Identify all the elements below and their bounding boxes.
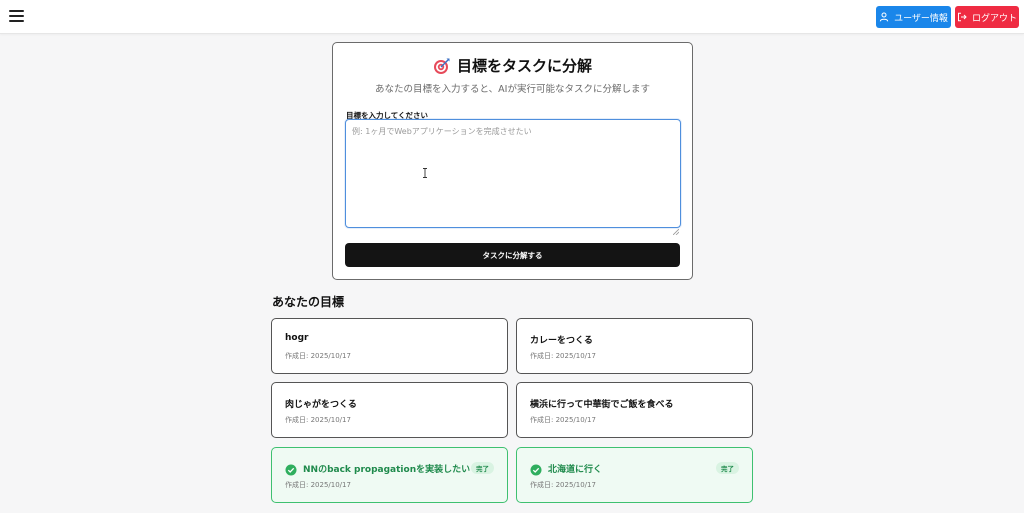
hamburger-menu-icon[interactable] xyxy=(9,10,24,23)
completed-badge: 完了 xyxy=(716,462,739,474)
logout-button-label: ログアウト xyxy=(971,13,1017,24)
textarea-resize-handle[interactable] xyxy=(672,220,680,236)
goal-title: NNのback propagationを実装したい xyxy=(303,465,471,475)
top-bar: ユーザー情報 ログアウト xyxy=(0,0,1024,34)
goal-card-completed[interactable]: 北海道に行く 完了 作成日: 2025/10/17 xyxy=(516,447,753,503)
completed-badge: 完了 xyxy=(471,462,494,474)
goal-created-date: 作成日: 2025/10/17 xyxy=(530,352,596,360)
goal-created-date: 作成日: 2025/10/17 xyxy=(285,352,351,360)
goal-card[interactable]: 横浜に行って中華街でご飯を食べる 作成日: 2025/10/17 xyxy=(516,382,753,438)
goal-created-date: 作成日: 2025/10/17 xyxy=(530,481,596,489)
goal-created-date: 作成日: 2025/10/17 xyxy=(285,416,351,424)
check-circle-icon xyxy=(530,461,542,476)
goal-card[interactable]: 肉じゃがをつくる 作成日: 2025/10/17 xyxy=(271,382,508,438)
goals-section-heading: あなたの目標 xyxy=(272,295,345,309)
goal-title: 横浜に行って中華街でご飯を食べる xyxy=(530,400,674,410)
form-title-text: 目標をタスクに分解 xyxy=(456,57,592,75)
form-title: 目標をタスクに分解 xyxy=(333,55,692,76)
goal-card[interactable]: hogr 作成日: 2025/10/17 xyxy=(271,318,508,374)
goal-input-card: 目標をタスクに分解 あなたの目標を入力すると、AIが実行可能なタスクに分解します… xyxy=(332,42,693,280)
logout-icon xyxy=(957,12,967,22)
check-circle-icon xyxy=(285,461,297,476)
decompose-submit-button[interactable]: タスクに分解する xyxy=(345,243,680,267)
form-subtitle: あなたの目標を入力すると、AIが実行可能なタスクに分解します xyxy=(375,84,650,95)
goal-title: hogr xyxy=(285,333,309,343)
goal-title: 肉じゃがをつくる xyxy=(285,400,357,410)
goal-card[interactable]: カレーをつくる 作成日: 2025/10/17 xyxy=(516,318,753,374)
goal-title: カレーをつくる xyxy=(530,336,593,346)
goal-created-date: 作成日: 2025/10/17 xyxy=(285,481,351,489)
user-icon xyxy=(879,12,889,22)
user-info-button-label: ユーザー情報 xyxy=(894,13,948,24)
target-icon xyxy=(433,57,451,75)
logout-button[interactable]: ログアウト xyxy=(955,6,1019,28)
goal-title: 北海道に行く xyxy=(548,465,603,475)
goal-textarea[interactable] xyxy=(345,119,681,228)
goal-card-completed[interactable]: NNのback propagationを実装したい 完了 作成日: 2025/1… xyxy=(271,447,508,503)
user-info-button[interactable]: ユーザー情報 xyxy=(876,6,951,28)
goal-created-date: 作成日: 2025/10/17 xyxy=(530,416,596,424)
